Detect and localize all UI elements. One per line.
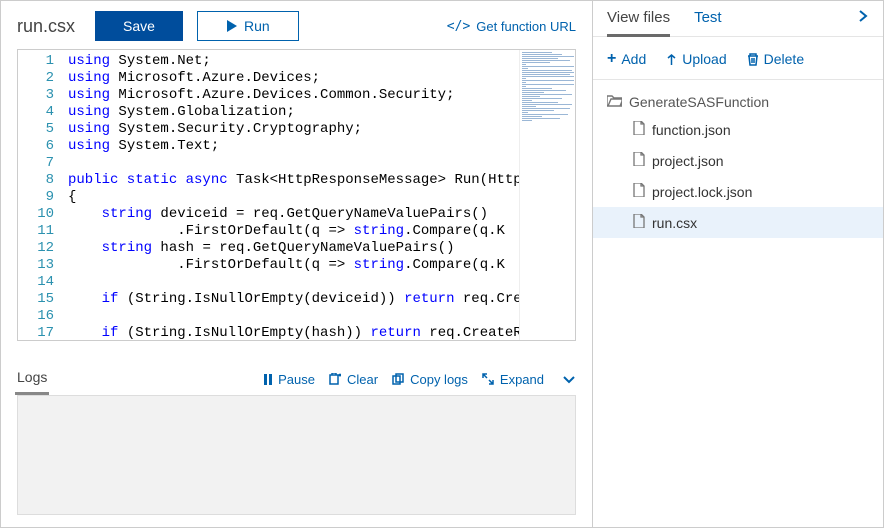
code-icon: </> — [447, 19, 470, 34]
line-number-gutter: 1234567891011121314151617 — [18, 50, 64, 340]
expand-icon — [482, 373, 494, 385]
upload-file-button[interactable]: Upload — [666, 51, 726, 67]
file-row[interactable]: project.lock.json — [607, 176, 883, 207]
file-icon — [633, 214, 645, 231]
logs-pause-button[interactable]: Pause — [264, 372, 315, 387]
logs-output[interactable] — [17, 395, 576, 515]
file-name: project.json — [652, 153, 724, 169]
copy-icon — [392, 373, 404, 385]
filename: run.csx — [17, 16, 75, 37]
trash-icon — [747, 53, 759, 66]
file-icon — [633, 183, 645, 200]
file-tree: GenerateSASFunction function.json project… — [593, 80, 883, 238]
file-icon — [633, 152, 645, 169]
minimap[interactable] — [519, 50, 575, 340]
file-row[interactable]: function.json — [607, 114, 883, 145]
run-button-label: Run — [244, 18, 270, 34]
get-function-url-link[interactable]: </> Get function URL — [447, 19, 576, 34]
upload-icon — [666, 53, 677, 66]
plus-icon: + — [607, 51, 616, 67]
logs-collapse-toggle[interactable] — [562, 372, 576, 386]
folder-open-icon — [607, 94, 622, 110]
code-area[interactable]: using System.Net;using Microsoft.Azure.D… — [64, 50, 519, 340]
get-function-url-label: Get function URL — [476, 19, 576, 34]
logs-copy-button[interactable]: Copy logs — [392, 372, 468, 387]
play-icon — [226, 20, 238, 32]
file-icon — [633, 121, 645, 138]
file-name: run.csx — [652, 215, 697, 231]
tab-view-files[interactable]: View files — [607, 9, 670, 36]
logs-expand-button[interactable]: Expand — [482, 372, 544, 387]
file-row[interactable]: run.csx — [593, 207, 883, 238]
file-row[interactable]: project.json — [607, 145, 883, 176]
pause-icon — [264, 374, 272, 385]
run-button[interactable]: Run — [197, 11, 299, 41]
code-editor[interactable]: 1234567891011121314151617 using System.N… — [17, 49, 576, 341]
logs-clear-button[interactable]: Clear — [329, 372, 378, 387]
panel-expand-button[interactable] — [857, 9, 869, 36]
file-name: function.json — [652, 122, 731, 138]
delete-file-button[interactable]: Delete — [747, 51, 804, 67]
file-name: project.lock.json — [652, 184, 752, 200]
add-file-button[interactable]: + Add — [607, 51, 646, 67]
tab-test[interactable]: Test — [694, 9, 722, 36]
logs-title: Logs — [17, 369, 47, 389]
clear-icon — [329, 373, 341, 385]
folder-row[interactable]: GenerateSASFunction — [607, 90, 883, 114]
save-button[interactable]: Save — [95, 11, 183, 41]
folder-name: GenerateSASFunction — [629, 94, 769, 110]
